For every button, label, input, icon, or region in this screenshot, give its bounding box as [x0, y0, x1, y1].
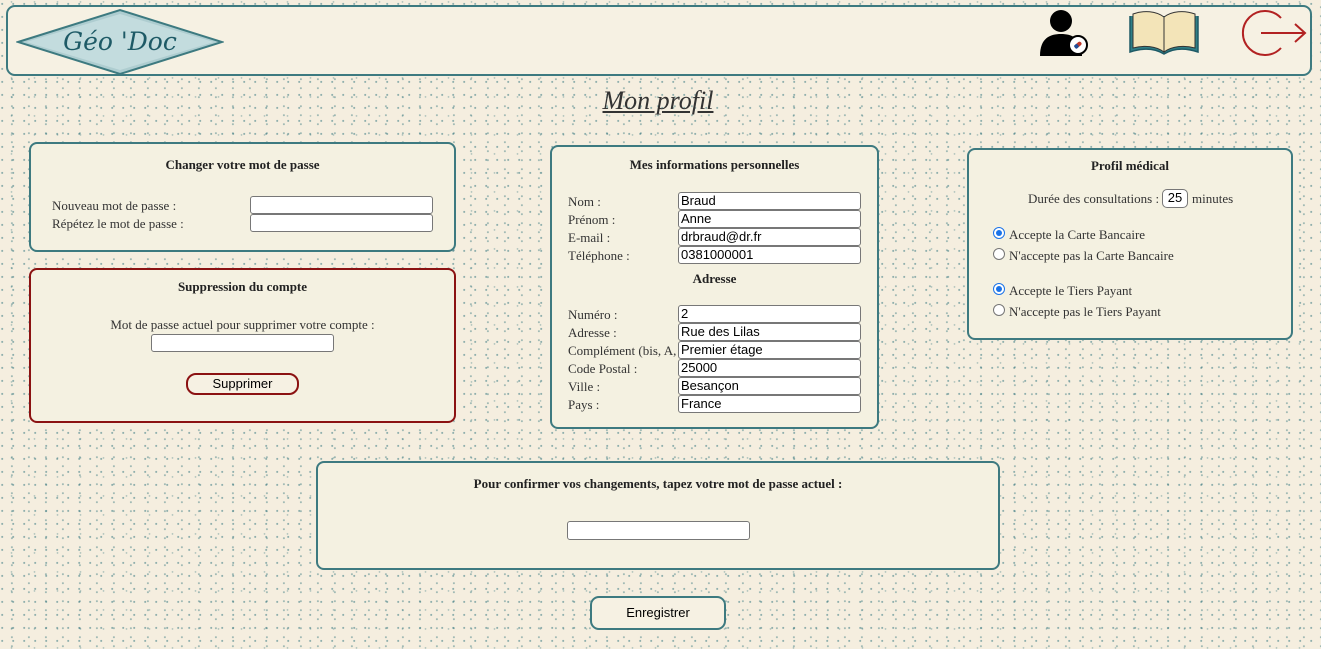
city-input[interactable]: Besançon [678, 377, 861, 395]
last-name-input[interactable]: Braud [678, 192, 861, 210]
duration-input[interactable]: 25 [1162, 189, 1188, 208]
delete-password-input[interactable] [151, 334, 334, 352]
refuse-tiers-radio[interactable] [993, 304, 1005, 316]
duration-unit: minutes [1192, 191, 1234, 206]
refuse-tiers-label: N'accepte pas le Tiers Payant [1009, 304, 1161, 319]
delete-password-prompt: Mot de passe actuel pour supprimer votre… [110, 317, 375, 332]
email-label: E-mail : [568, 230, 611, 245]
book-icon[interactable] [1128, 10, 1200, 62]
medical-profile-card: Profil médical Durée des consultations :… [967, 148, 1293, 340]
first-name-label: Prénom : [568, 212, 616, 227]
new-password-input[interactable] [250, 196, 433, 214]
street-input[interactable]: Rue des Lilas [678, 323, 861, 341]
header-bar: Géo 'Doc [6, 5, 1312, 76]
last-name-label: Nom : [568, 194, 601, 209]
confirm-password-input[interactable] [567, 521, 750, 540]
accept-card-radio[interactable] [993, 227, 1005, 239]
save-button[interactable]: Enregistrer [590, 596, 726, 630]
confirm-changes-card: Pour confirmer vos changements, tapez vo… [316, 461, 1000, 570]
page-title: Mon profil [602, 86, 714, 115]
accept-card-label: Accepte la Carte Bancaire [1009, 227, 1146, 242]
new-password-label: Nouveau mot de passe : [52, 198, 177, 213]
doctor-profile-icon[interactable] [1038, 8, 1090, 64]
postal-code-label: Code Postal : [568, 361, 638, 376]
country-input[interactable]: France [678, 395, 861, 413]
email-input[interactable]: drbraud@dr.fr [678, 228, 861, 246]
logo-text: Géo 'Doc [63, 27, 177, 56]
accept-tiers-radio[interactable] [993, 283, 1005, 295]
delete-account-title: Suppression du compte [177, 279, 308, 294]
delete-account-card: Suppression du compte Mot de passe actue… [29, 268, 456, 423]
repeat-password-label: Répétez le mot de passe : [52, 216, 184, 231]
address-title: Adresse [692, 271, 737, 286]
city-label: Ville : [568, 379, 601, 394]
duration-label: Durée des consultations : [1028, 191, 1160, 206]
repeat-password-input[interactable] [250, 214, 433, 232]
street-label: Adresse : [568, 325, 617, 340]
logo[interactable]: Géo 'Doc [14, 8, 226, 76]
refuse-card-label: N'accepte pas la Carte Bancaire [1009, 248, 1174, 263]
personal-info-title: Mes informations personnelles [629, 157, 800, 172]
phone-label: Téléphone : [568, 248, 630, 263]
medical-profile-title: Profil médical [1090, 158, 1170, 173]
first-name-input[interactable]: Anne [678, 210, 861, 228]
street-number-input[interactable]: 2 [678, 305, 861, 323]
address-complement-label: Complément (bis, A, ...) : [568, 343, 676, 358]
personal-info-card: Mes informations personnelles Nom : Brau… [550, 145, 879, 429]
refuse-card-radio[interactable] [993, 248, 1005, 260]
address-complement-input[interactable]: Premier étage [678, 341, 861, 359]
logout-icon[interactable] [1239, 8, 1309, 62]
change-password-card: Changer votre mot de passe Nouveau mot d… [29, 142, 456, 252]
phone-input[interactable]: 0381000001 [678, 246, 861, 264]
delete-account-button[interactable]: Supprimer [186, 373, 299, 395]
confirm-changes-prompt: Pour confirmer vos changements, tapez vo… [473, 476, 843, 491]
street-number-label: Numéro : [568, 307, 618, 322]
change-password-title: Changer votre mot de passe [165, 157, 320, 172]
accept-tiers-label: Accepte le Tiers Payant [1009, 283, 1133, 298]
country-label: Pays : [568, 397, 600, 412]
postal-code-input[interactable]: 25000 [678, 359, 861, 377]
